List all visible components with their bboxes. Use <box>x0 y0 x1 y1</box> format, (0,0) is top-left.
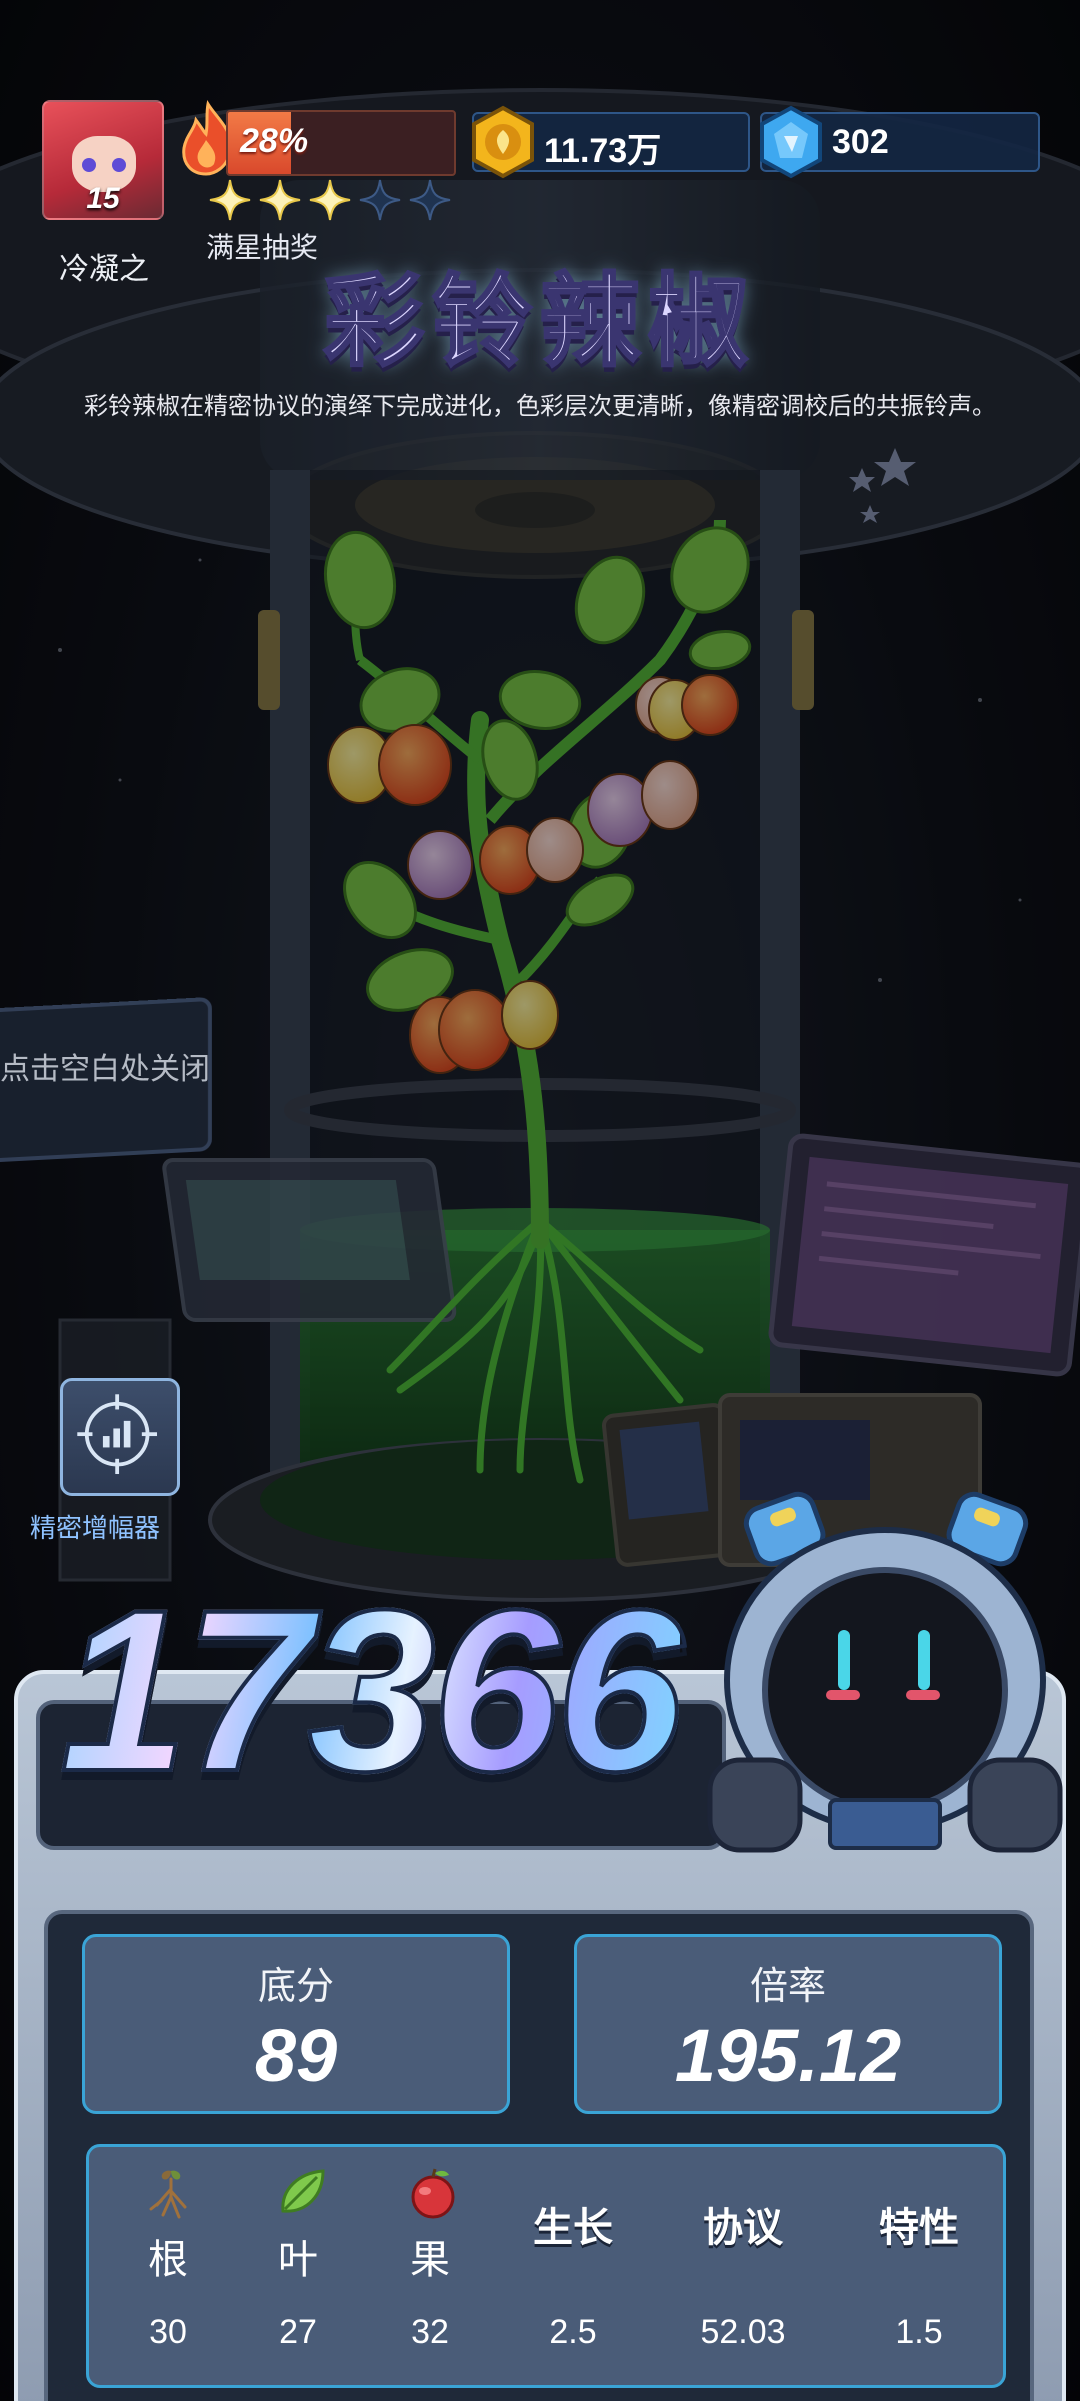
star-filled-icon <box>209 179 251 221</box>
multiplier-label: 倍率 <box>749 1964 826 2008</box>
gold-currency[interactable]: 11.73万 <box>472 105 750 179</box>
plant-title: 彩铃辣椒 <box>323 262 756 382</box>
precision-amplifier-button[interactable] <box>60 1378 180 1496</box>
total-score: 17366 <box>58 1558 686 1823</box>
player-avatar[interactable]: 15 <box>42 100 164 220</box>
gem-icon <box>760 105 822 179</box>
player-level: 15 <box>86 182 120 215</box>
attribute-table: 根 30 叶 27 果 32 生长 2.5 协议 52.03 特性 1.5 <box>86 2144 1006 2388</box>
attribute-value: 27 <box>279 2313 317 2351</box>
attribute-name: 叶 <box>278 2237 318 2283</box>
attribute-value: 2.5 <box>549 2313 597 2351</box>
attribute-name: 协议 <box>703 2205 783 2251</box>
attribute-name: 特性 <box>879 2205 959 2251</box>
root-icon <box>149 2170 187 2219</box>
base-score-value: 89 <box>254 2014 338 2097</box>
tap-to-close-hint: 点击空白处关闭 <box>0 1052 210 1087</box>
star-empty-icon <box>409 179 451 221</box>
attribute-value: 30 <box>149 2313 187 2351</box>
multiplier-card: 倍率 195.12 <box>574 1934 1002 2114</box>
star-filled-icon <box>309 179 351 221</box>
avatar-eye <box>82 158 96 172</box>
gold-coin-icon <box>472 105 534 179</box>
plant-description: 彩铃辣椒在精密协议的演绎下完成进化，色彩层次更清晰，像精密调校后的共振铃声。 <box>84 392 996 420</box>
gem-value: 302 <box>832 123 889 161</box>
star-rating <box>208 178 452 222</box>
base-score-card: 底分 89 <box>82 1934 510 2114</box>
fruit-icon <box>411 2168 455 2219</box>
gold-value: 11.73万 <box>544 132 662 170</box>
leaf-icon <box>281 2169 325 2213</box>
star-progress-bar: 28% <box>226 110 456 176</box>
multiplier-value: 195.12 <box>674 2014 902 2097</box>
gem-currency[interactable]: 302 <box>760 105 1040 179</box>
attribute-value: 1.5 <box>895 2313 943 2351</box>
star-empty-icon <box>359 179 401 221</box>
precision-amplifier-label: 精密增幅器 <box>30 1514 161 1544</box>
progress-text: 28% <box>240 122 309 160</box>
robot-mascot <box>707 1491 1063 1853</box>
attribute-value: 32 <box>411 2313 449 2351</box>
base-score-label: 底分 <box>257 1964 334 2008</box>
avatar-eye <box>112 158 126 172</box>
attribute-name: 果 <box>410 2237 450 2283</box>
star-filled-icon <box>259 179 301 221</box>
amplifier-icon <box>77 1394 158 1475</box>
attribute-name: 根 <box>148 2237 188 2283</box>
attribute-name: 生长 <box>533 2205 613 2251</box>
attribute-value: 52.03 <box>700 2313 786 2351</box>
